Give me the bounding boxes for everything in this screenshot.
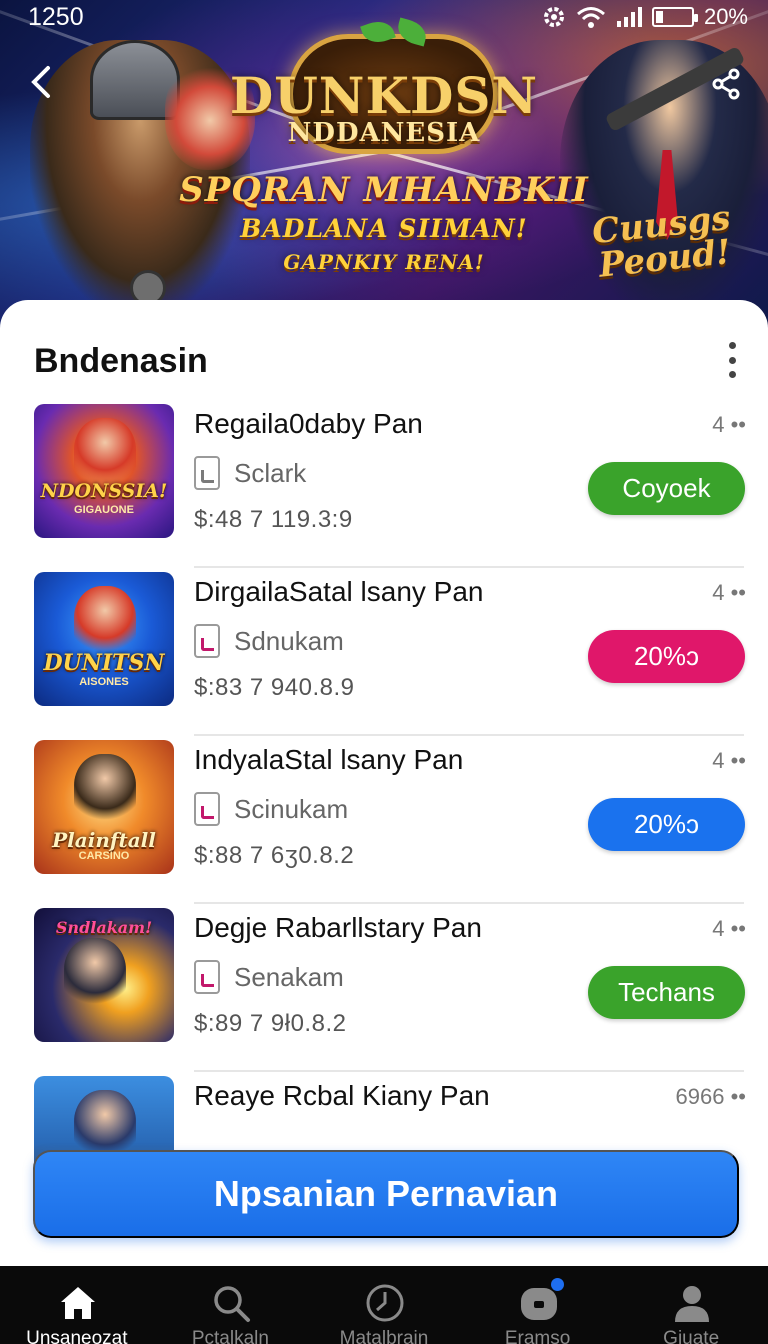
- back-button[interactable]: [22, 62, 62, 102]
- profile-icon: [675, 1286, 710, 1322]
- game-action-button[interactable]: 20%ɔ: [588, 798, 745, 851]
- list-item[interactable]: DUNITSN AISONES DirgailaSatal lsany Pan …: [0, 568, 768, 736]
- document-icon: [194, 624, 220, 658]
- signal-icon: [616, 7, 642, 27]
- game-thumbnail: Plainftall CARSINO: [34, 740, 174, 874]
- game-list: NDONSSIA! GIGAUONE Regaila0daby Pan Scla…: [0, 400, 768, 1240]
- hero-banner: DUNKDSN NDDANESIA SPQRAN MHANBKII BADLAN…: [0, 0, 768, 340]
- game-thumbnail: Sndlakam!: [34, 908, 174, 1042]
- section-title: Bndenasin: [34, 342, 208, 380]
- game-action-button[interactable]: 20%ɔ: [588, 630, 745, 683]
- share-button[interactable]: [708, 66, 744, 102]
- game-rating: 6966 ••: [675, 1084, 746, 1109]
- nav-label: Giuate: [663, 1328, 720, 1344]
- game-action-button[interactable]: Coyoek: [588, 462, 745, 515]
- game-rating: 4 ••: [712, 748, 746, 773]
- status-time: 1250: [28, 3, 84, 31]
- nav-item-search[interactable]: Pctalkaln: [155, 1266, 305, 1344]
- search-icon: [214, 1286, 251, 1322]
- game-thumbnail: DUNITSN AISONES: [34, 572, 174, 706]
- primary-cta-button[interactable]: Npsanian Pernavian: [33, 1150, 739, 1238]
- document-icon: [194, 792, 220, 826]
- game-rating: 4 ••: [712, 412, 746, 437]
- game-publisher: Scinukam: [234, 793, 349, 824]
- share-icon: [712, 68, 740, 100]
- notification-dot: [550, 1278, 564, 1291]
- settings-icon: [543, 7, 564, 27]
- document-icon: [194, 456, 220, 490]
- nav-label: Matalbrain: [339, 1328, 429, 1344]
- chevron-left-icon: [31, 66, 50, 98]
- hero-logo-subtitle: NDDANESIA: [287, 118, 481, 148]
- hero-headline: SPQRAN MHANBKII: [179, 170, 589, 210]
- game-rating: 4 ••: [712, 580, 746, 605]
- list-item[interactable]: Plainftall CARSINO IndyalaStal lsany Pan…: [0, 736, 768, 904]
- nav-item-profile[interactable]: Giuate: [616, 1266, 766, 1344]
- game-rating: 4 ••: [712, 916, 746, 941]
- more-vert-icon: [728, 342, 736, 349]
- game-publisher: Sclark: [234, 457, 307, 488]
- hero-side-slogan: Cuusgs Peoud!: [590, 197, 733, 286]
- game-name: IndyalaStal lsany Pan: [194, 744, 464, 775]
- game-price: $:88 7 6ʒ0.8.2: [194, 842, 355, 869]
- game-publisher: Sdnukam: [234, 625, 344, 656]
- game-name: Degje Rabarllstary Pan: [194, 912, 482, 943]
- home-icon: [60, 1287, 95, 1319]
- status-icons: 20%: [542, 4, 748, 30]
- game-name: Reaye Rcbal Kiany Pan: [194, 1080, 490, 1111]
- game-price: $:48 7 119.3:9: [194, 506, 353, 533]
- bottom-navigation: Unsaneozat Pctalkaln Matalbrain Eramso G…: [0, 1266, 768, 1344]
- game-price: $:89 7 9ł0.8.2: [194, 1010, 347, 1037]
- battery-percent: 20%: [703, 4, 748, 29]
- game-price: $:83 7 940.8.9: [194, 674, 355, 701]
- nav-item-games[interactable]: Eramso: [463, 1266, 613, 1344]
- hero-logo-title: DUNKDSN: [229, 66, 539, 125]
- game-name: DirgailaSatal lsany Pan: [194, 576, 484, 607]
- document-icon: [194, 960, 220, 994]
- gamepad-icon: [518, 1278, 564, 1324]
- nav-label: Pctalkaln: [191, 1328, 269, 1344]
- nav-item-history[interactable]: Matalbrain: [309, 1266, 459, 1344]
- list-item[interactable]: NDONSSIA! GIGAUONE Regaila0daby Pan Scla…: [0, 400, 768, 568]
- game-publisher: Senakam: [234, 961, 344, 992]
- nav-label: Unsaneozat: [26, 1328, 128, 1344]
- list-item[interactable]: Sndlakam! Degje Rabarllstary Pan Senakam…: [0, 904, 768, 1072]
- game-list-card: Bndenasin NDONSSIA! GIGAUONE Regaila0dab…: [0, 300, 768, 1266]
- game-action-button[interactable]: Techans: [588, 966, 745, 1019]
- game-thumbnail: NDONSSIA! GIGAUONE: [34, 404, 174, 538]
- wifi-icon: [576, 7, 605, 28]
- more-options-button[interactable]: [722, 342, 742, 378]
- clock-icon: [366, 1284, 404, 1322]
- nav-item-home[interactable]: Unsaneozat: [2, 1266, 152, 1344]
- battery-icon: [651, 7, 698, 27]
- game-name: Regaila0daby Pan: [194, 408, 423, 439]
- nav-label: Eramso: [504, 1328, 571, 1344]
